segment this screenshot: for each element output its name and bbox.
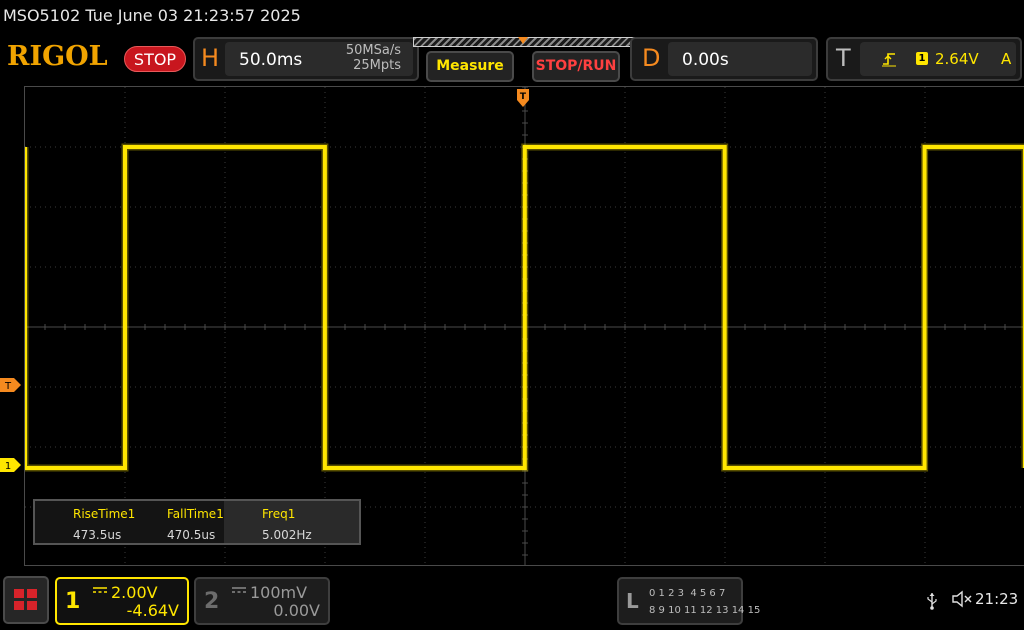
trigger-position-icon[interactable]: T [516, 88, 530, 108]
bottom-bar: 1 2.00V -4.64V 2 100mV 0.00V L 0 1 2 3 4… [0, 566, 1024, 630]
waveform-trace [25, 145, 1024, 470]
stop-run-button[interactable]: STOP/RUN [532, 51, 620, 82]
rising-edge-icon [882, 53, 896, 67]
waveform-display[interactable] [24, 86, 1024, 567]
digital-channels-row1: 0 1 2 3 4 5 6 7 [649, 588, 726, 599]
measure-button[interactable]: Measure [426, 51, 514, 82]
horizontal-panel[interactable]: H 50.0ms 50MSa/s 25Mpts [193, 37, 419, 81]
top-toolbar: RIGOL STOP H 50.0ms 50MSa/s 25Mpts Measu… [0, 34, 1024, 84]
memory-position-marker [518, 37, 528, 44]
trigger-readout: 1 2.64V A [860, 42, 1016, 76]
channel2-scale: 100mV [250, 583, 308, 602]
speaker-muted-icon[interactable] [951, 590, 973, 608]
channel1-ground-marker[interactable]: 1 [0, 458, 22, 472]
trigger-panel[interactable]: T 1 2.64V A [826, 37, 1022, 81]
delay-value: 0.00s [682, 50, 729, 70]
channel2-settings[interactable]: 2 100mV 0.00V [194, 577, 330, 625]
title-bar: MSO5102 Tue June 03 21:23:57 2025 [0, 0, 1024, 34]
dc-coupling-icon [232, 587, 246, 593]
horizontal-readout: 50.0ms 50MSa/s 25Mpts [225, 42, 413, 76]
measurement-value: 470.5us [167, 528, 216, 542]
channel1-settings[interactable]: 1 2.00V -4.64V [55, 577, 189, 625]
digital-channels-row2: 8 9 10 11 12 13 14 15 [649, 605, 761, 616]
rigol-logo: RIGOL [7, 41, 108, 72]
logic-analyzer-settings[interactable]: L 0 1 2 3 4 5 6 7 8 9 10 11 12 13 14 15 [617, 577, 760, 625]
dc-coupling-icon [93, 587, 107, 593]
delay-panel[interactable]: D 0.00s [630, 37, 818, 81]
menu-button[interactable] [3, 576, 49, 624]
channel2-number: 2 [204, 589, 220, 614]
measurement-item[interactable]: RiseTime1 473.5us [35, 501, 135, 543]
clock: 21:23 [975, 590, 1019, 608]
trigger-label: T [836, 44, 851, 72]
logic-analyzer-label: L [626, 589, 639, 613]
delay-label: D [642, 44, 661, 72]
sample-rate: 50MSa/s [345, 43, 401, 58]
measurement-name: Freq1 [262, 507, 296, 521]
channel1-marker-label: 1 [5, 461, 11, 472]
channel1-number: 1 [65, 589, 81, 614]
trigger-mode: A [1001, 50, 1012, 68]
svg-text:T: T [520, 92, 527, 102]
measurement-name: RiseTime1 [73, 507, 136, 521]
measurement-item[interactable]: Freq1 5.002Hz [224, 501, 359, 543]
channel1-scale: 2.00V [111, 583, 158, 602]
measurement-value: 5.002Hz [262, 528, 312, 542]
channel2-offset: 0.00V [273, 601, 320, 620]
usb-icon [927, 593, 937, 610]
delay-readout: 0.00s [668, 42, 812, 76]
channel1-offset: -4.64V [126, 601, 179, 620]
measurement-panel[interactable]: RiseTime1 473.5us FallTime1 470.5us Freq… [33, 499, 361, 545]
run-status-badge[interactable]: STOP [124, 46, 186, 72]
trigger-marker-label: T [4, 381, 12, 392]
model-date-time: MSO5102 Tue June 03 21:23:57 2025 [3, 6, 301, 25]
memory-depth: 25Mpts [353, 58, 401, 73]
channel1-waveform [25, 143, 1024, 472]
measurement-value: 473.5us [73, 528, 122, 542]
acquisition-info: 50MSa/s 25Mpts [346, 43, 401, 73]
timebase-value: 50.0ms [239, 50, 303, 70]
trigger-level-marker[interactable]: T [0, 378, 22, 392]
horizontal-label: H [201, 44, 220, 72]
measurement-name: FallTime1 [167, 507, 224, 521]
measurement-item[interactable]: FallTime1 470.5us [129, 501, 224, 543]
trigger-source-badge: 1 [916, 52, 928, 65]
trigger-level: 2.64V [935, 50, 979, 68]
menu-grid-icon [14, 589, 38, 611]
